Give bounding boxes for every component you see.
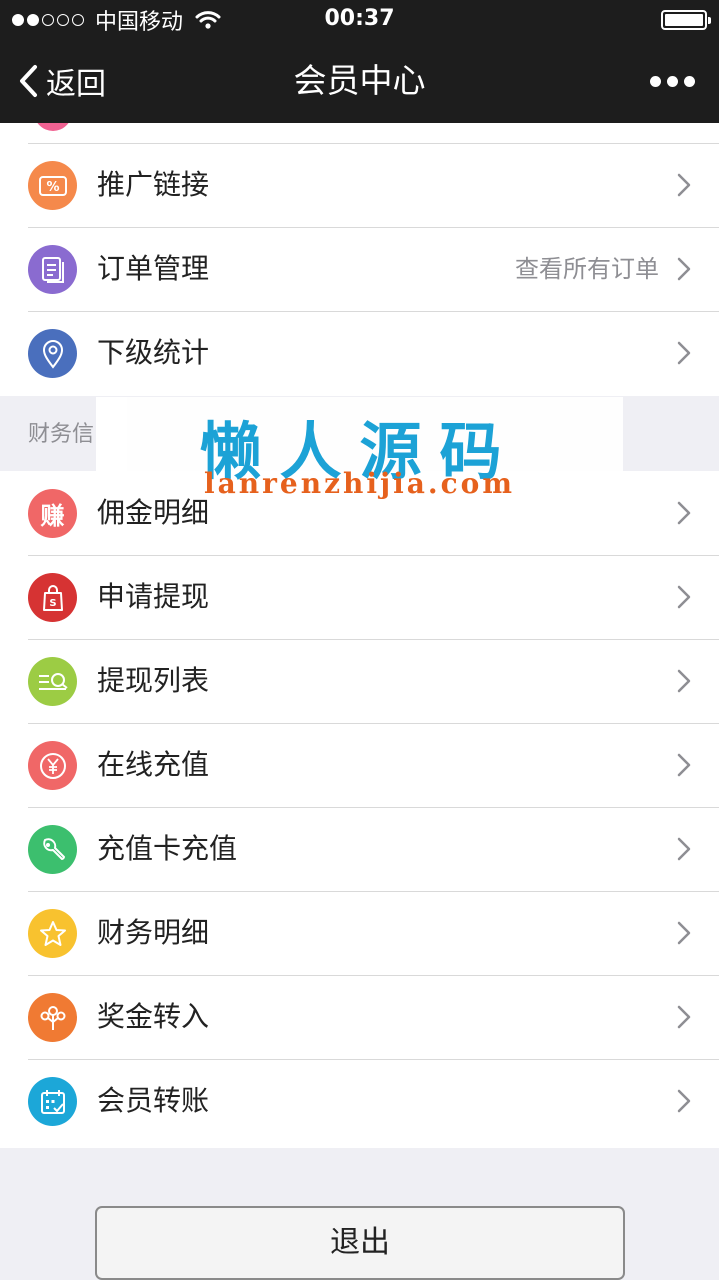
menu-item-label: 在线充值 xyxy=(97,748,210,781)
menu-item-promotion-link[interactable]: % 推广链接 xyxy=(0,143,719,227)
chevron-right-icon xyxy=(677,257,691,281)
menu-item-bonus-transfer-in[interactable]: 奖金转入 xyxy=(0,975,719,1059)
coupon-icon: % xyxy=(28,161,77,210)
menu-item-label: 推广链接 xyxy=(97,168,210,201)
shopping-bag-icon: S xyxy=(28,573,77,622)
menu-item-label: 会员转账 xyxy=(97,1084,210,1117)
chevron-right-icon xyxy=(677,585,691,609)
menu-item-finance-details[interactable]: 财务明细 xyxy=(0,891,719,975)
menu-item-apply-withdrawal[interactable]: S 申请提现 xyxy=(0,555,719,639)
menu-item-order-management[interactable]: 订单管理 查看所有订单 xyxy=(0,227,719,311)
menu-item-label: 财务明细 xyxy=(97,916,210,949)
nav-bar: 返回 会员中心 xyxy=(0,40,719,123)
menu-item-member-transfer[interactable]: 会员转账 xyxy=(0,1059,719,1143)
menu-item-label: 申请提现 xyxy=(97,580,210,613)
battery-icon xyxy=(661,10,711,30)
menu-item-label: 下级统计 xyxy=(97,336,210,369)
menu-item-label: 充值卡充值 xyxy=(97,832,238,865)
watermark-overlay: 懒人源码 lanrenzhijia.com xyxy=(96,397,623,500)
account-menu-list: % 推广链接 订单管理 查看所有订单 下级统计 xyxy=(0,123,719,396)
menu-item-label: 奖金转入 xyxy=(97,1000,210,1033)
list-search-icon xyxy=(28,657,77,706)
partial-menu-icon xyxy=(34,123,72,131)
page-title: 会员中心 xyxy=(293,61,426,100)
chevron-right-icon xyxy=(677,1005,691,1029)
content-area[interactable]: % 推广链接 订单管理 查看所有订单 下级统计 财务信 赚 佣金明细 S 申请提… xyxy=(0,123,719,1280)
earn-icon: 赚 xyxy=(28,489,77,538)
svg-text:%: % xyxy=(46,180,59,195)
logout-button[interactable]: 退出 xyxy=(95,1206,625,1280)
menu-item-label: 提现列表 xyxy=(97,664,210,697)
wrench-icon xyxy=(28,825,77,874)
chevron-right-icon xyxy=(677,173,691,197)
view-all-orders-link[interactable]: 查看所有订单 xyxy=(515,251,659,287)
chevron-right-icon xyxy=(677,501,691,525)
menu-item-online-recharge[interactable]: 在线充值 xyxy=(0,723,719,807)
chevron-right-icon xyxy=(677,753,691,777)
section-title: 财务信 xyxy=(28,422,95,447)
watermark-url: lanrenzhijia.com xyxy=(204,467,515,500)
more-menu-button[interactable] xyxy=(644,66,695,96)
menu-item-label: 订单管理 xyxy=(97,252,210,285)
menu-item-subordinate-stats[interactable]: 下级统计 xyxy=(0,311,719,395)
chevron-right-icon xyxy=(677,669,691,693)
chevron-right-icon xyxy=(677,341,691,365)
finance-menu-list: 赚 佣金明细 S 申请提现 提现列表 在线充值 充值卡充值 财务明细 奖金转入 … xyxy=(0,471,719,1148)
location-pin-icon xyxy=(28,329,77,378)
chevron-right-icon xyxy=(677,1089,691,1113)
calendar-check-icon xyxy=(28,1077,77,1126)
star-icon xyxy=(28,909,77,958)
status-time: 00:37 xyxy=(324,6,395,31)
chevron-right-icon xyxy=(677,837,691,861)
chevron-right-icon xyxy=(677,921,691,945)
menu-item-card-recharge[interactable]: 充值卡充值 xyxy=(0,807,719,891)
document-icon xyxy=(28,245,77,294)
svg-text:S: S xyxy=(49,598,56,609)
status-bar: 中国移动 00:37 xyxy=(0,0,719,40)
bonus-tree-icon xyxy=(28,993,77,1042)
earn-icon-glyph: 赚 xyxy=(40,502,65,530)
menu-item-withdrawal-list[interactable]: 提现列表 xyxy=(0,639,719,723)
yuan-coin-icon xyxy=(28,741,77,790)
